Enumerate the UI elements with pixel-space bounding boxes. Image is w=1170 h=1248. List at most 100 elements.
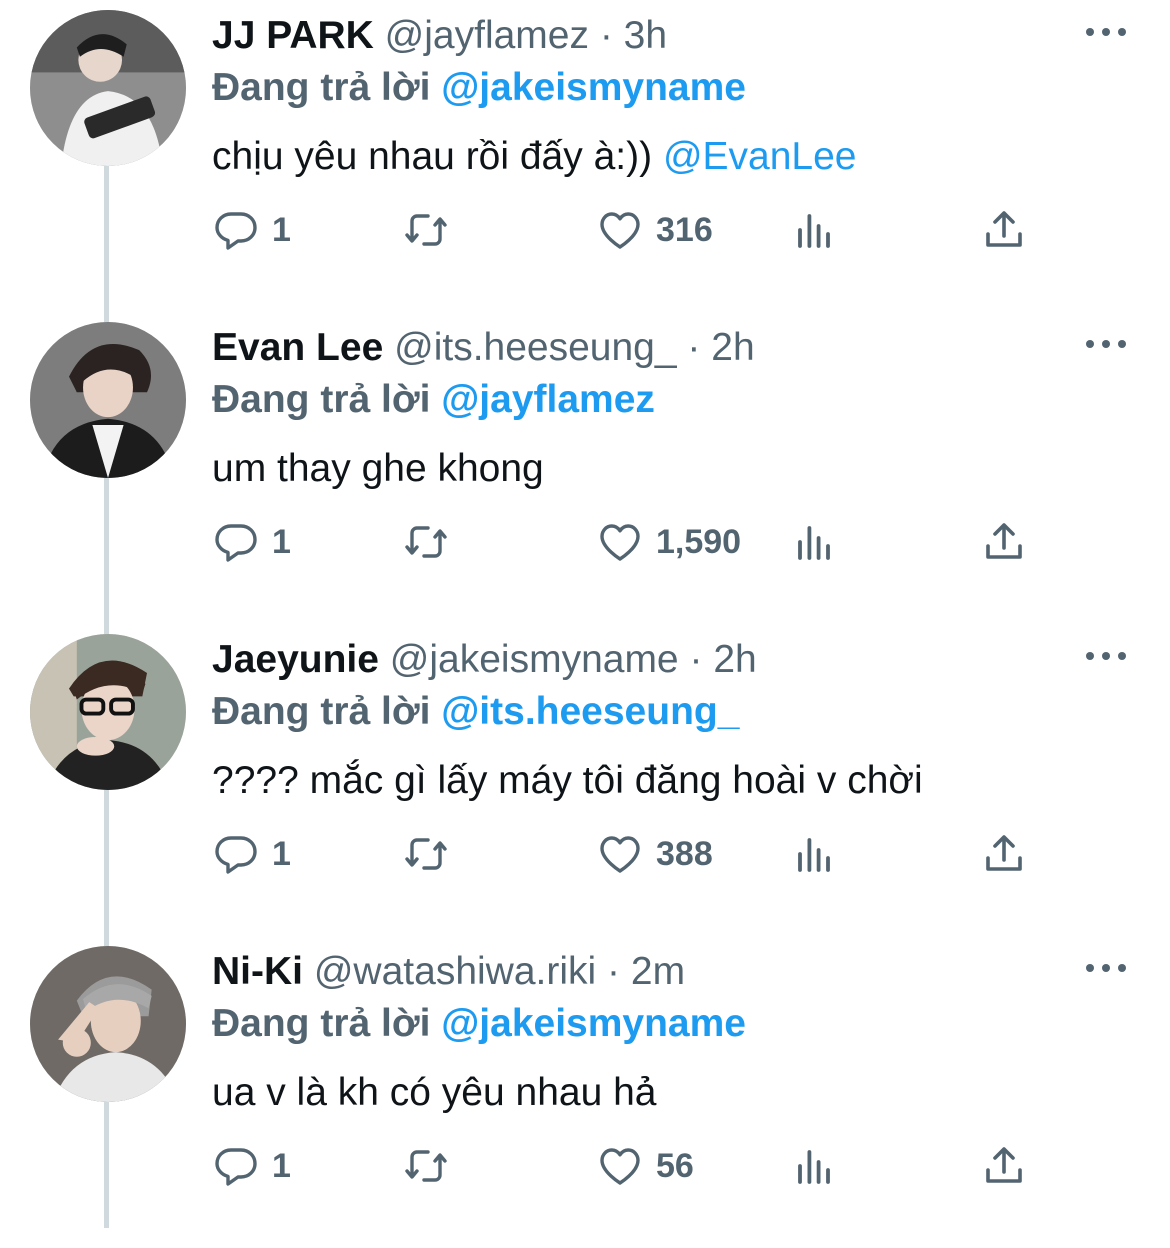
avatar-photo [30,946,186,1102]
tweet[interactable]: Evan Lee @its.heeseung_ · 2h Đang trả lờ… [0,312,1170,624]
display-name[interactable]: Evan Lee [212,326,383,369]
replying-to-mention[interactable]: @jakeismyname [441,66,746,109]
reply-icon [215,836,257,874]
retweet-icon [405,838,447,870]
retweet-icon [405,526,447,558]
tweet-text: ua v là kh có yêu nhau hả [212,1068,656,1118]
more-icon [1086,28,1094,36]
tweet[interactable]: JJ PARK @jayflamez · 3h Đang trả lời @ja… [0,0,1170,312]
tweet[interactable]: Jaeyunie @jakeismyname · 2h Đang trả lời… [0,624,1170,936]
like-button[interactable]: 1,590 [596,512,741,572]
retweet-button[interactable] [402,512,450,572]
replying-to-label: Đang trả lời [212,66,431,109]
retweet-button[interactable] [402,200,450,260]
retweet-button[interactable] [402,1136,450,1196]
reply-icon [215,212,257,250]
more-icon [1086,964,1094,972]
avatar[interactable] [30,634,186,790]
tweet-text-mention[interactable]: @EvanLee [663,135,857,178]
like-button[interactable]: 388 [596,824,713,884]
tweet-header: Jaeyunie @jakeismyname · 2h [212,636,757,684]
timestamp[interactable]: 3h [624,14,667,57]
reply-button[interactable]: 1 [212,200,291,260]
like-icon [600,524,640,561]
tweet[interactable]: Ni-Ki @watashiwa.riki · 2m Đang trả lời … [0,936,1170,1248]
display-name[interactable]: Jaeyunie [212,638,379,681]
separator-dot: · [689,638,703,681]
views-icon [798,526,830,560]
reply-button[interactable]: 1 [212,824,291,884]
replying-to-label: Đang trả lời [212,1002,431,1045]
tweet-actions: 1 388 [0,824,1170,884]
user-handle[interactable]: @watashiwa.riki [314,950,596,993]
reply-icon [215,524,257,562]
avatar-photo [30,634,186,790]
tweet-text-content: um thay ghe khong [212,447,544,490]
share-button[interactable] [980,512,1028,572]
replying-to-mention[interactable]: @jakeismyname [441,1002,746,1045]
share-icon [986,835,1022,871]
more-options-button[interactable] [1086,22,1128,42]
reply-icon [215,1148,257,1186]
tweet-text: um thay ghe khong [212,444,544,494]
like-button[interactable]: 316 [596,200,713,260]
like-icon [600,1148,640,1185]
replying-to: Đang trả lời @its.heeseung_ [212,688,739,736]
views-button[interactable] [790,512,838,572]
like-count: 1,590 [656,522,742,561]
share-button[interactable] [980,200,1028,260]
avatar-photo [30,322,186,478]
views-button[interactable] [790,1136,838,1196]
reply-count: 1 [272,834,291,873]
reply-button[interactable]: 1 [212,512,291,572]
like-button[interactable]: 56 [596,1136,694,1196]
user-handle[interactable]: @jayflamez [385,14,589,57]
views-icon [798,214,830,248]
tweet-text-content: ???? mắc gì lấy máy tôi đăng hoài v chời [212,759,923,802]
timestamp[interactable]: 2h [711,326,754,369]
tweet-header: JJ PARK @jayflamez · 3h [212,12,667,60]
like-count: 388 [656,834,713,873]
avatar[interactable] [30,946,186,1102]
tweet-text-content: chịu yêu nhau rồi đấy à:)) [212,135,653,178]
more-options-button[interactable] [1086,334,1128,354]
avatar-photo [30,10,186,166]
replying-to-mention[interactable]: @jayflamez [441,378,655,421]
tweet-actions: 1 316 [0,200,1170,260]
replying-to: Đang trả lời @jakeismyname [212,64,746,112]
reply-count: 1 [272,522,291,561]
tweet-header: Evan Lee @its.heeseung_ · 2h [212,324,755,372]
separator-dot: · [687,326,701,369]
replying-to-label: Đang trả lời [212,378,431,421]
display-name[interactable]: JJ PARK [212,14,374,57]
timestamp[interactable]: 2h [713,638,756,681]
reply-count: 1 [272,1146,291,1185]
retweet-icon [405,214,447,246]
views-icon [798,838,830,872]
tweet-actions: 1 56 [0,1136,1170,1196]
replying-to-label: Đang trả lời [212,690,431,733]
separator-dot: · [607,950,621,993]
user-handle[interactable]: @its.heeseung_ [394,326,676,369]
share-button[interactable] [980,824,1028,884]
more-options-button[interactable] [1086,958,1128,978]
retweet-icon [405,1150,447,1182]
views-button[interactable] [790,824,838,884]
avatar[interactable] [30,10,186,166]
more-options-button[interactable] [1086,646,1128,666]
views-button[interactable] [790,200,838,260]
reply-button[interactable]: 1 [212,1136,291,1196]
share-icon [986,523,1022,559]
display-name[interactable]: Ni-Ki [212,950,303,993]
reply-count: 1 [272,210,291,249]
avatar[interactable] [30,322,186,478]
timestamp[interactable]: 2m [631,950,685,993]
like-icon [600,836,640,873]
share-button[interactable] [980,1136,1028,1196]
more-icon [1086,340,1094,348]
user-handle[interactable]: @jakeismyname [390,638,679,681]
share-icon [986,1147,1022,1183]
replying-to-mention[interactable]: @its.heeseung_ [441,690,739,733]
share-icon [986,211,1022,247]
retweet-button[interactable] [402,824,450,884]
